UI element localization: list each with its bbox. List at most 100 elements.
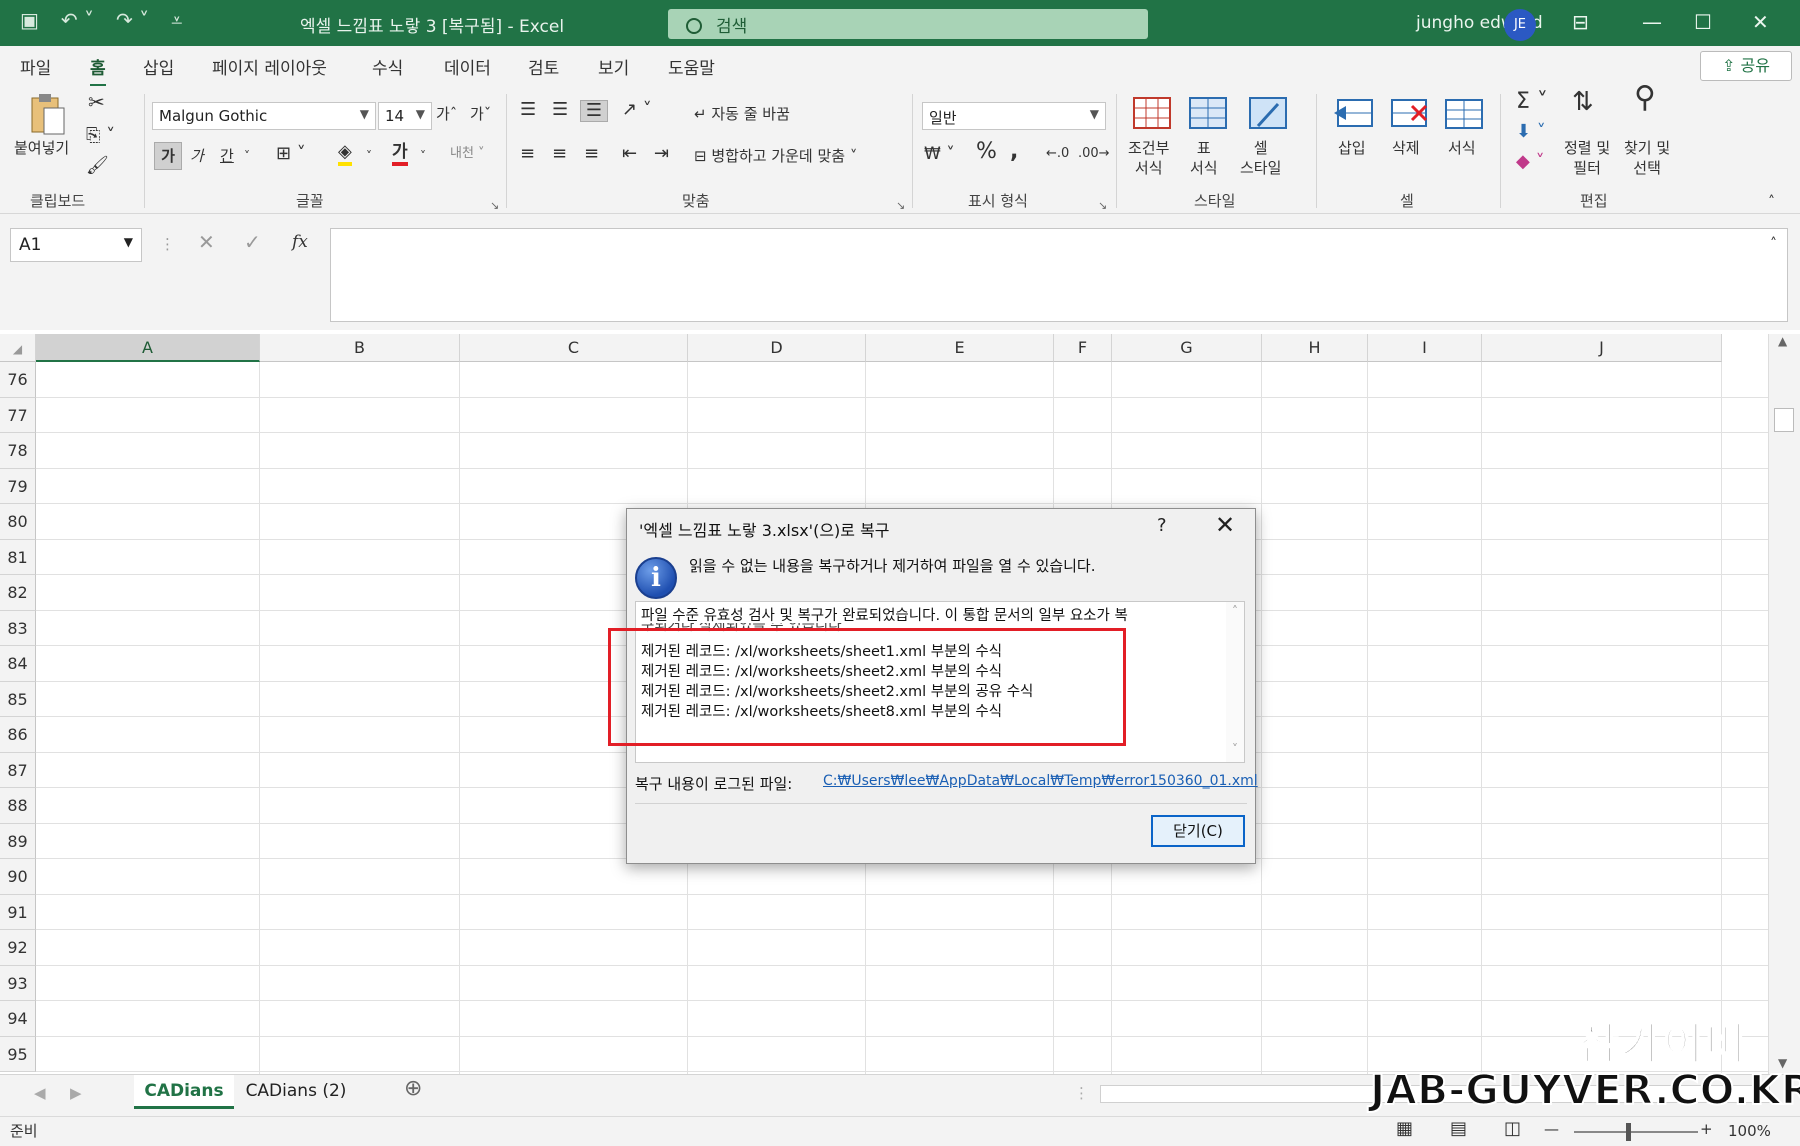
zoom-slider-thumb[interactable] <box>1626 1123 1631 1141</box>
zoom-level[interactable]: 100% <box>1728 1121 1771 1141</box>
format-cells-button[interactable]: 서식 <box>1448 138 1476 158</box>
fill-color-icon[interactable]: ◈ <box>338 142 352 166</box>
tab-data[interactable]: 데이터 <box>444 54 491 79</box>
sheet-tab-cadians-2[interactable]: CADians (2) <box>240 1075 352 1109</box>
details-scrollbar[interactable]: ˄ ˅ <box>1226 602 1244 762</box>
add-sheet-icon[interactable]: ⊕ <box>404 1078 422 1100</box>
insert-function-icon[interactable]: fx <box>292 232 308 252</box>
page-break-view-icon[interactable]: ◫ <box>1504 1119 1521 1139</box>
sort-filter-button[interactable]: 정렬 및 필터 <box>1564 138 1610 178</box>
row-header[interactable]: 86 <box>0 717 36 753</box>
row-header[interactable]: 92 <box>0 930 36 966</box>
help-button[interactable]: ? <box>1157 515 1167 536</box>
number-format-select[interactable]: 일반 ▼ <box>922 102 1106 130</box>
zoom-slider[interactable] <box>1574 1131 1698 1133</box>
insert-cells-button[interactable]: 삽입 <box>1338 138 1366 158</box>
format-as-table-button[interactable]: 표 서식 <box>1190 138 1218 178</box>
font-dialog-launcher-icon[interactable]: ↘ <box>490 196 499 216</box>
tab-home[interactable]: 홈 <box>90 54 106 87</box>
copy-icon[interactable]: ⎘ ˅ <box>86 126 115 146</box>
zoom-out-icon[interactable]: — <box>1544 1119 1559 1139</box>
undo-icon[interactable]: ↶ ˅ <box>61 8 94 32</box>
row-header[interactable]: 82 <box>0 575 36 611</box>
ribbon-display-icon[interactable]: ⊟ <box>1572 10 1589 34</box>
vertical-scrollbar[interactable]: ▲ ▼ <box>1768 334 1800 1074</box>
column-header-h[interactable]: H <box>1262 334 1368 362</box>
scroll-thumb[interactable] <box>1774 408 1794 432</box>
align-right-icon[interactable]: ≡ <box>584 144 599 164</box>
row-header[interactable]: 85 <box>0 681 36 717</box>
column-header-e[interactable]: E <box>866 334 1054 362</box>
sort-filter-icon[interactable]: ⇅ <box>1572 89 1594 115</box>
accounting-format-icon[interactable]: ₩ ˅ <box>924 144 955 164</box>
close-window-icon[interactable]: ✕ <box>1752 10 1769 34</box>
tab-file[interactable]: 파일 <box>20 54 51 79</box>
column-header-c[interactable]: C <box>460 334 688 362</box>
scroll-down-icon[interactable]: ˅ <box>1226 742 1244 756</box>
save-icon[interactable]: ▣ <box>20 8 39 32</box>
orientation-icon[interactable]: ↗ ˅ <box>622 100 652 120</box>
align-top-icon[interactable]: ☰ <box>520 100 536 120</box>
enter-icon[interactable]: ✓ <box>244 232 261 252</box>
search-input[interactable]: 검색 <box>668 9 1148 39</box>
grow-font-button[interactable]: 가ˆ <box>436 104 457 124</box>
row-header[interactable]: 88 <box>0 788 36 824</box>
number-dialog-launcher-icon[interactable]: ↘ <box>1098 196 1107 216</box>
row-header[interactable]: 83 <box>0 610 36 646</box>
cut-icon[interactable]: ✂ <box>88 92 105 112</box>
row-header[interactable]: 87 <box>0 752 36 788</box>
column-header-i[interactable]: I <box>1368 334 1482 362</box>
font-name-select[interactable]: Malgun Gothic ▼ <box>152 102 376 130</box>
align-bottom-icon[interactable]: ☰ <box>580 100 608 122</box>
row-header[interactable]: 94 <box>0 1001 36 1037</box>
tab-page-layout[interactable]: 페이지 레이아웃 <box>212 54 327 79</box>
format-painter-icon[interactable]: 🖌 <box>86 156 109 176</box>
tab-help[interactable]: 도움말 <box>668 54 715 79</box>
align-left-icon[interactable]: ≡ <box>520 144 535 164</box>
format-cells-icon[interactable] <box>1444 96 1484 132</box>
find-select-icon[interactable]: ⚲ <box>1634 83 1656 113</box>
minimize-icon[interactable]: — <box>1642 10 1662 34</box>
row-header[interactable]: 89 <box>0 823 36 859</box>
column-header-d[interactable]: D <box>688 334 866 362</box>
row-header[interactable]: 93 <box>0 965 36 1001</box>
row-header[interactable]: 84 <box>0 646 36 682</box>
row-header[interactable]: 79 <box>0 468 36 504</box>
conditional-formatting-button[interactable]: 조건부 서식 <box>1128 138 1169 178</box>
formula-input[interactable] <box>330 228 1788 322</box>
dialog-close-icon[interactable]: ✕ <box>1215 511 1235 539</box>
name-box[interactable]: A1 ▼ <box>10 228 142 262</box>
paste-icon[interactable] <box>28 92 68 136</box>
row-header[interactable]: 80 <box>0 504 36 540</box>
sheet-tab-cadians[interactable]: CADians <box>134 1075 234 1109</box>
delete-cells-icon[interactable] <box>1388 96 1432 132</box>
chevron-down-icon[interactable]: ˅ <box>366 146 372 166</box>
phonetic-icon[interactable]: 내천 ˅ <box>450 144 485 164</box>
zoom-in-icon[interactable]: + <box>1700 1119 1713 1139</box>
column-header-j[interactable]: J <box>1482 334 1722 362</box>
align-center-icon[interactable]: ≡ <box>552 144 567 164</box>
collapse-ribbon-icon[interactable]: ˄ <box>1768 192 1775 212</box>
conditional-formatting-icon[interactable] <box>1132 96 1172 132</box>
column-header-a[interactable]: A <box>36 334 260 362</box>
tab-insert[interactable]: 삽입 <box>143 54 174 79</box>
normal-view-icon[interactable]: ▦ <box>1396 1119 1413 1139</box>
column-header-f[interactable]: F <box>1054 334 1112 362</box>
fill-icon[interactable]: ⬇ ˅ <box>1516 122 1546 142</box>
column-header-g[interactable]: G <box>1112 334 1262 362</box>
increase-decimal-icon[interactable]: ←.0 <box>1046 144 1069 164</box>
percent-icon[interactable]: % <box>976 141 997 163</box>
underline-button[interactable]: 간 <box>220 146 234 166</box>
share-button[interactable]: ⇪ 공유 <box>1700 51 1792 81</box>
cell-styles-button[interactable]: 셀 스타일 <box>1240 138 1281 178</box>
decrease-indent-icon[interactable]: ⇤ <box>622 144 637 164</box>
clear-icon[interactable]: ◆ ˅ <box>1516 152 1545 172</box>
customize-qat-icon[interactable]: ⩡ <box>171 8 182 32</box>
close-button[interactable]: 닫기(C) <box>1151 815 1245 847</box>
tab-view[interactable]: 보기 <box>598 54 629 79</box>
autosum-icon[interactable]: Σ ˅ <box>1516 91 1548 113</box>
comma-style-icon[interactable]: , <box>1010 141 1018 163</box>
delete-cells-button[interactable]: 삭제 <box>1392 138 1420 158</box>
row-header[interactable]: 95 <box>0 1036 36 1072</box>
row-header[interactable]: 91 <box>0 894 36 930</box>
